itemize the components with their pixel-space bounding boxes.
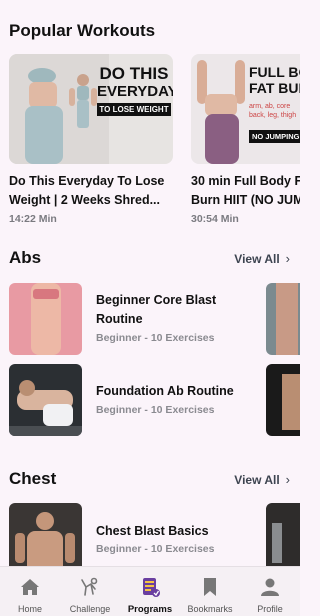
nav-home-label: Home — [17, 604, 42, 614]
nav-challenge[interactable]: Challenge — [60, 567, 120, 614]
popular-card-1-title: Do This Everyday To Lose Weight | 2 Week… — [9, 172, 173, 210]
nav-profile-label: Profile — [257, 604, 283, 614]
title-line-2: Weight | 2 Weeks Shred... — [9, 193, 160, 207]
chest-item-peek-1[interactable] — [266, 503, 300, 575]
popular-card-2-title: 30 min Full Body Fa Burn HIIT (NO JUM — [191, 172, 300, 210]
overlay-line-1: DO THIS — [99, 64, 169, 83]
title-line-1: Do This Everyday To Lose — [9, 174, 165, 188]
abs-photo-1 — [9, 283, 82, 355]
chest-view-all-link[interactable]: View All › — [234, 472, 290, 487]
popular-workouts-title: Popular Workouts — [9, 21, 156, 40]
chest-item-1-meta: Beginner - 10 Exercises — [96, 543, 215, 555]
title-line-1: 30 min Full Body Fa — [191, 174, 300, 188]
bottom-navigation: Home Challenge Programs Bookmarks Profil… — [0, 566, 300, 616]
title-line-2: Routine — [96, 312, 143, 326]
abs-item-2-title: Foundation Ab Routine — [96, 384, 234, 398]
popular-card-1-duration: 14:22 Min — [9, 213, 57, 225]
abs-item-2-meta: Beginner - 10 Exercises — [96, 404, 215, 416]
abs-photo-2 — [9, 364, 82, 436]
nav-bookmarks[interactable]: Bookmarks — [180, 567, 240, 614]
popular-card-2-thumbnail[interactable]: FULL BOD FAT BURN arm, ab, core back, le… — [191, 54, 300, 164]
chest-item-1-thumbnail — [9, 503, 82, 575]
chest-item-1[interactable]: Chest Blast Basics Beginner - 10 Exercis… — [9, 503, 300, 575]
abs-view-all-link[interactable]: View All › — [234, 251, 290, 266]
screen: Popular Workouts DO THIS EVERYDAY TO LOS… — [0, 0, 300, 616]
programs-icon — [139, 576, 161, 598]
abs-item-peek-2[interactable] — [266, 364, 300, 436]
abs-item-peek-1[interactable] — [266, 283, 300, 355]
title-line-2: Burn HIIT (NO JUM — [191, 193, 300, 207]
abs-item-1-meta: Beginner - 10 Exercises — [96, 332, 215, 344]
title-line-1: Beginner Core Blast — [96, 293, 217, 307]
overlay-line-2: EVERYDAY — [97, 83, 173, 100]
abs-item-2[interactable]: Foundation Ab Routine Beginner - 10 Exer… — [9, 364, 300, 436]
chest-item-1-title: Chest Blast Basics — [96, 524, 209, 538]
chevron-right-icon: › — [285, 251, 290, 266]
nav-home[interactable]: Home — [0, 567, 60, 614]
nav-profile[interactable]: Profile — [240, 567, 300, 614]
popular-card-2-duration: 30:54 Min — [191, 213, 239, 225]
abs-item-1-title: Beginner Core Blast Routine — [96, 291, 246, 329]
peek-photo — [266, 503, 300, 575]
popular-card-2[interactable]: FULL BOD FAT BURN arm, ab, core back, le… — [191, 54, 300, 225]
bookmark-icon — [199, 576, 221, 598]
overlay-line-2: FAT BURN — [249, 80, 300, 96]
overlay-line-1: FULL BOD — [249, 64, 300, 80]
view-all-label: View All — [234, 251, 280, 266]
abs-item-1[interactable]: Beginner Core Blast Routine Beginner - 1… — [9, 283, 300, 355]
nav-bookmarks-label: Bookmarks — [187, 604, 233, 614]
chest-section-title: Chest — [9, 469, 57, 488]
profile-icon — [259, 576, 281, 598]
overlay-note: arm, ab, core back, leg, thigh — [249, 103, 297, 119]
nav-programs[interactable]: Programs — [120, 567, 180, 615]
thumbnail-overlay-text-2: FULL BOD FAT BURN arm, ab, core back, le… — [249, 64, 300, 144]
abs-item-1-thumbnail — [9, 283, 82, 355]
peek-photo — [266, 364, 300, 436]
chest-photo-1 — [9, 503, 82, 575]
abs-section-title: Abs — [9, 248, 42, 267]
peek-photo — [266, 283, 300, 355]
overlay-tag: TO LOSE WEIGHT — [97, 103, 171, 116]
thumbnail-overlay-text-1: DO THIS EVERYDAY TO LOSE WEIGHT — [97, 64, 173, 116]
home-icon — [19, 576, 41, 598]
challenge-icon — [79, 576, 101, 598]
view-all-label: View All — [234, 472, 280, 487]
nav-programs-label: Programs — [127, 604, 173, 615]
nav-challenge-label: Challenge — [69, 604, 111, 614]
chevron-right-icon: › — [285, 472, 290, 487]
abs-item-2-thumbnail — [9, 364, 82, 436]
overlay-tag: NO JUMPING — [249, 130, 300, 143]
popular-card-1-thumbnail[interactable]: DO THIS EVERYDAY TO LOSE WEIGHT — [9, 54, 173, 164]
popular-card-1[interactable]: DO THIS EVERYDAY TO LOSE WEIGHT Do This … — [9, 54, 173, 225]
